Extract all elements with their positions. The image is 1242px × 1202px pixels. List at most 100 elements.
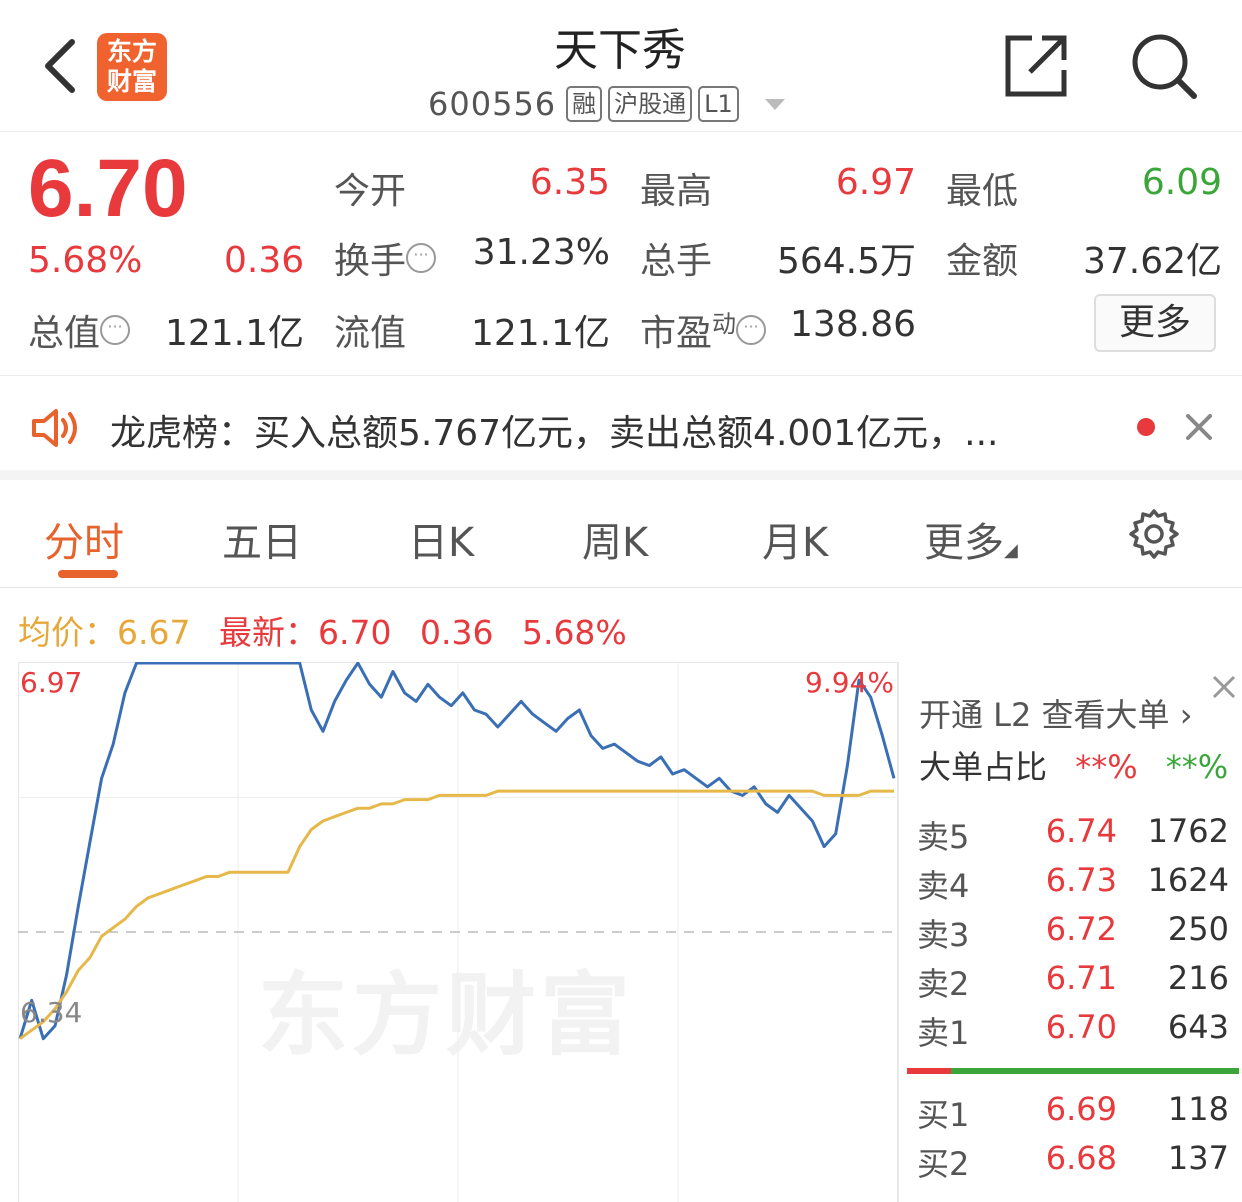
tab-daily-k[interactable]: 日K — [408, 510, 474, 568]
ask-volume: 250 — [1167, 910, 1229, 948]
change-percent: 5.68% — [28, 240, 143, 281]
corner-caret-icon: ◢ — [1004, 540, 1018, 561]
ask-volume: 1762 — [1147, 812, 1229, 850]
ask-label: 卖4 — [917, 867, 970, 905]
tab-more[interactable]: 更多◢ — [924, 510, 1018, 568]
ask-price: 6.74 — [1045, 812, 1117, 850]
avg-price-line — [19, 789, 894, 1040]
turnover-label[interactable]: 换手 ··· — [334, 232, 437, 284]
float-cap-label: 流值 — [334, 313, 407, 354]
ask-volume: 216 — [1167, 959, 1229, 997]
banner-text: 龙虎榜：买入总额5.767亿元，卖出总额4.001亿元，... — [110, 413, 999, 454]
caret-down-icon[interactable] — [764, 98, 785, 110]
big-order-sell: **% — [1165, 748, 1229, 786]
market-cap-label-text: 总值 — [28, 313, 101, 354]
bid-row-2: 买2 6.68 137 — [899, 1139, 1242, 1187]
tab-monthly-k[interactable]: 月K — [762, 510, 828, 568]
pe-label[interactable]: 市盈动 ··· — [640, 304, 767, 356]
change-amount: 0.36 — [224, 240, 305, 281]
bid-price: 6.68 — [1045, 1139, 1117, 1177]
pe-value: 138.86 — [790, 304, 916, 345]
chart-lines — [18, 662, 896, 1041]
close-icon[interactable] — [1182, 410, 1216, 444]
bid-volume: 137 — [1167, 1139, 1229, 1177]
amount-label: 金额 — [946, 241, 1019, 282]
intraday-chart[interactable]: 东方财富 6.97 9.94% 6.34 — [18, 662, 898, 1202]
ask-row-2: 卖2 6.71 216 — [899, 959, 1242, 1007]
tab-weekly-k[interactable]: 周K — [582, 510, 648, 568]
volume-value: 564.5万 — [776, 241, 916, 282]
ask-label: 卖3 — [917, 916, 970, 954]
quote-panel: 6.70 5.68% 0.36 今开 6.35 最高 6.97 最低 6.09 … — [0, 132, 1242, 376]
float-cap-value: 121.1亿 — [470, 313, 610, 354]
more-info-icon[interactable]: ··· — [736, 315, 767, 345]
turnover-label-text: 换手 — [334, 241, 407, 282]
open-label: 今开 — [334, 171, 407, 212]
app-logo: 东方 财富 — [97, 33, 167, 101]
share-icon — [1005, 35, 1067, 97]
market-cap-value: 121.1亿 — [164, 313, 304, 354]
ask-price: 6.71 — [1045, 959, 1117, 997]
stock-name: 天下秀 — [554, 25, 686, 76]
bid-label: 买2 — [917, 1145, 970, 1183]
big-order-ratio: 大单占比 **% **% — [919, 742, 1228, 788]
speaker-icon — [32, 409, 77, 447]
volume-label: 总手 — [640, 241, 713, 282]
chart-grid — [18, 662, 898, 1202]
avg-price-label: 均价： — [18, 613, 117, 652]
pe-label-sup: 动 — [712, 310, 737, 338]
tab-more-label: 更多 — [924, 520, 1004, 566]
ask-row-4: 卖4 6.73 1624 — [899, 861, 1242, 909]
ask-label: 卖2 — [917, 965, 970, 1003]
big-order-buy: **% — [1075, 748, 1138, 786]
back-button[interactable] — [30, 30, 90, 100]
unread-dot — [1137, 418, 1155, 436]
ask-price: 6.73 — [1045, 861, 1117, 899]
tab-five-day[interactable]: 五日 — [222, 510, 302, 568]
close-icon[interactable] — [1209, 672, 1239, 702]
ask-row-1: 卖1 6.70 643 — [899, 1008, 1242, 1056]
tab-intraday[interactable]: 分时 — [44, 510, 124, 568]
tag-margin: 融 — [566, 86, 603, 122]
ask-label: 卖5 — [917, 818, 970, 856]
tag-stock-connect: 沪股通 — [608, 86, 693, 122]
y-axis-high-label: 6.97 — [20, 666, 83, 699]
share-button[interactable] — [1000, 30, 1072, 102]
chevron-left-icon — [45, 39, 75, 93]
more-info-icon[interactable]: ··· — [406, 243, 437, 273]
amount-value: 37.62亿 — [1082, 241, 1222, 282]
ask-label: 卖1 — [917, 1014, 970, 1052]
ask-price: 6.72 — [1045, 910, 1117, 948]
bid-price: 6.69 — [1045, 1090, 1117, 1128]
l2-upgrade-link[interactable]: 开通 L2 查看大单 › — [919, 690, 1193, 736]
big-order-label: 大单占比 — [919, 748, 1048, 786]
current-price: 6.70 — [28, 143, 188, 234]
high-label: 最高 — [640, 171, 713, 212]
ask-price: 6.70 — [1045, 1008, 1117, 1046]
more-button[interactable]: 更多 — [1094, 294, 1216, 352]
low-label: 最低 — [946, 171, 1019, 212]
gear-icon[interactable] — [1128, 508, 1180, 560]
chart-svg — [18, 662, 898, 1202]
price-line — [18, 662, 896, 1041]
search-icon — [1132, 34, 1197, 99]
chart-tabs: 分时 五日 日K 周K 月K 更多◢ — [0, 490, 1242, 588]
ask-row-3: 卖3 6.72 250 — [899, 910, 1242, 958]
avg-price-value: 6.67 — [117, 613, 191, 652]
turnover-value: 31.23% — [472, 232, 610, 273]
stock-code: 600556 — [428, 85, 557, 123]
latest-label: 最新： — [218, 613, 318, 652]
stock-subtitle[interactable]: 600556 融 沪股通 L1 — [428, 82, 785, 126]
bid-row-1: 买1 6.69 118 — [899, 1090, 1242, 1138]
bid-label: 买1 — [917, 1096, 970, 1134]
y-axis-high-pct-label: 9.94% — [805, 666, 894, 699]
buy-ratio-fill — [907, 1068, 951, 1074]
market-cap-label[interactable]: 总值 ··· — [28, 304, 131, 356]
top-bar: 东方 财富 天下秀 600556 融 沪股通 L1 — [0, 0, 1242, 132]
latest-value: 6.70 — [317, 613, 392, 652]
announcement-banner[interactable]: 龙虎榜：买入总额5.767亿元，卖出总额4.001亿元，... — [0, 376, 1242, 480]
ask-volume: 1624 — [1147, 861, 1229, 899]
more-info-icon[interactable]: ··· — [100, 315, 131, 345]
pe-label-text: 市盈 — [640, 313, 713, 354]
search-button[interactable] — [1128, 30, 1200, 102]
